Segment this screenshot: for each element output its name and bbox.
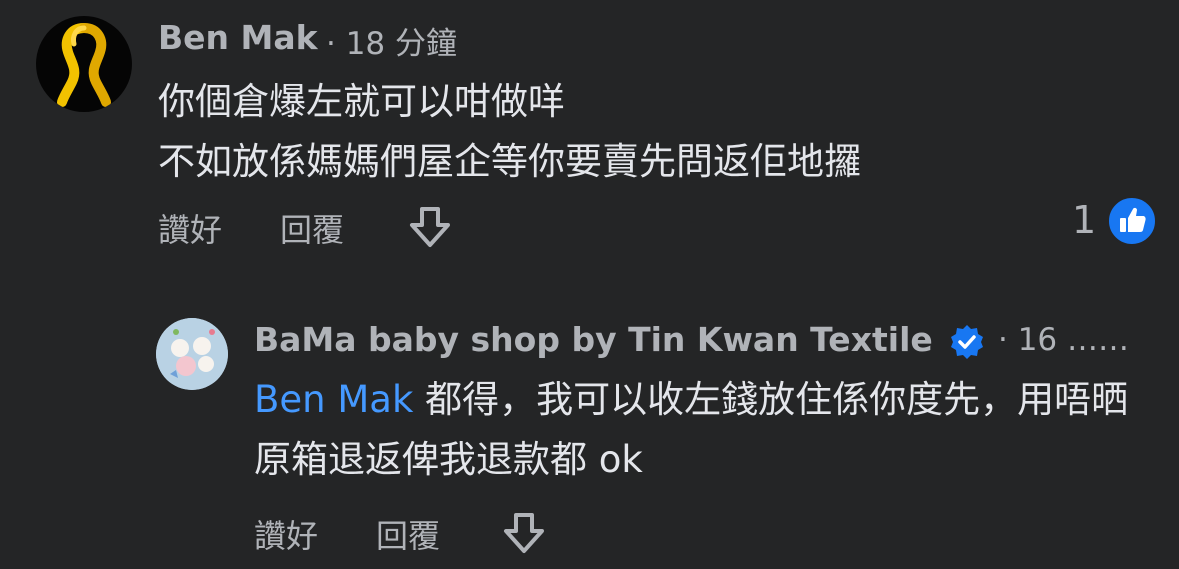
replier-name[interactable]: BaMa baby shop by Tin Kwan Textile [254,320,933,359]
comment-timestamp[interactable]: · 18 分鐘 [326,18,457,63]
reply-button[interactable]: 回覆 [376,511,440,557]
commenter-name[interactable]: Ben Mak [158,18,318,57]
comment-line: 你個倉爆左就可以咁做咩 [158,80,565,123]
like-button[interactable]: 讚好 [158,205,222,251]
comment-text: 你個倉爆左就可以咁做咩 不如放係媽媽們屋企等你要賣先問返佢地攞 [158,72,861,192]
verified-badge-icon [948,323,986,361]
reaction-count[interactable]: 1 [1072,198,1096,242]
comment-line: 不如放係媽媽們屋企等你要賣先問返佢地攞 [158,140,861,183]
download-arrow-icon[interactable] [498,507,550,559]
yellow-ribbon-icon [57,23,111,107]
like-button[interactable]: 讚好 [254,511,318,557]
thumbs-up-icon[interactable] [1107,196,1157,246]
shop-logo-icon [156,318,228,390]
mention-link[interactable]: Ben Mak [254,378,413,421]
reply-text: Ben Mak 都得，我可以收左錢放住係你度先，用唔晒原箱退返俾我退款都 ok [254,370,1154,490]
shop-avatar[interactable] [156,318,228,390]
download-arrow-icon[interactable] [404,201,456,253]
commenter-avatar[interactable] [36,16,132,112]
reply-button[interactable]: 回覆 [280,205,344,251]
reply-timestamp[interactable]: · 16 …… [998,322,1129,358]
